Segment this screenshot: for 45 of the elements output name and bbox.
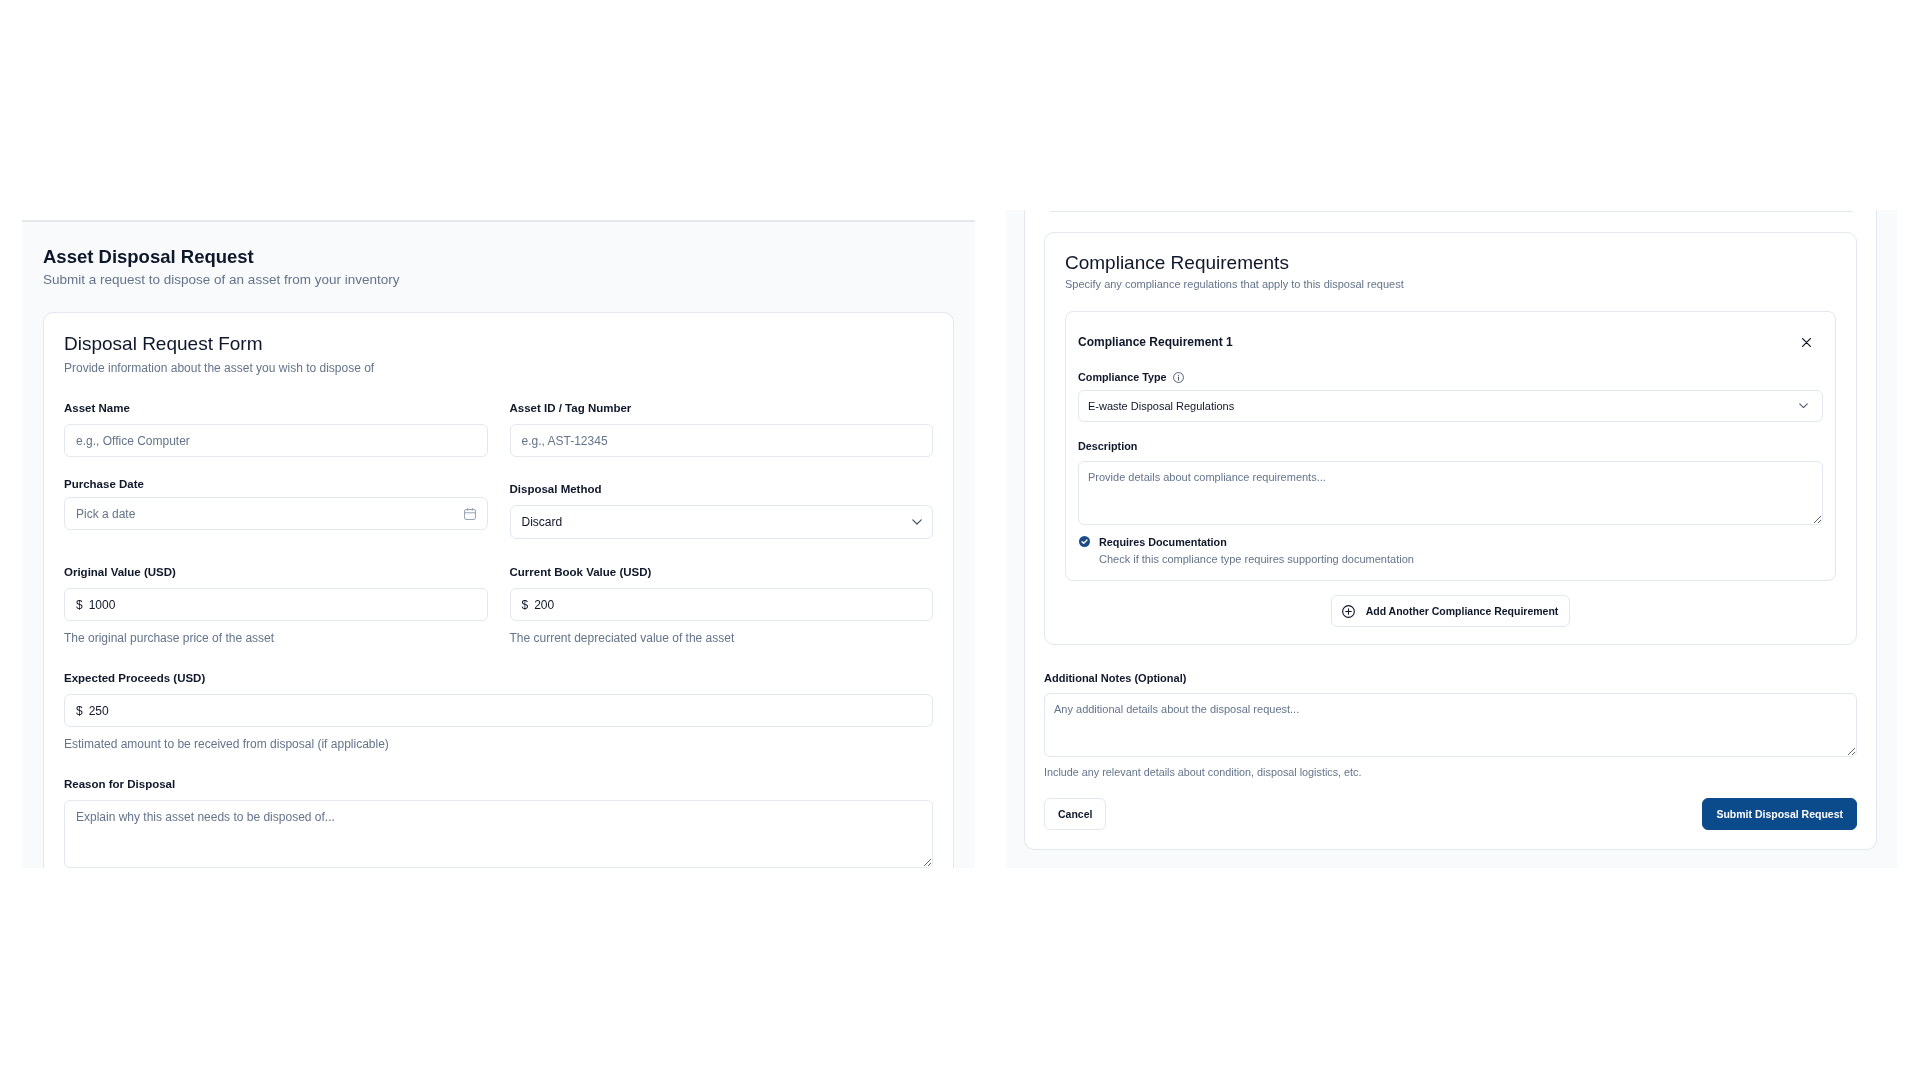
page-title: Asset Disposal Request bbox=[43, 246, 255, 268]
currency-field[interactable]: $ 250 bbox=[64, 694, 933, 727]
add-requirement-button[interactable]: Add Another Compliance Requirement bbox=[1330, 595, 1571, 627]
section-title: Compliance Requirements bbox=[1065, 251, 1289, 275]
text-input[interactable]: e.g., Office Computer bbox=[64, 424, 488, 457]
field-label: Expected Proceeds (USD) bbox=[64, 671, 206, 685]
calendar-icon bbox=[463, 507, 476, 520]
help-text: The original purchase price of the asset bbox=[64, 631, 275, 645]
checkbox[interactable] bbox=[1079, 536, 1090, 547]
field-label: Description bbox=[1078, 439, 1138, 453]
info-icon bbox=[1172, 371, 1184, 383]
select-field[interactable]: Discard bbox=[509, 505, 933, 539]
field-label: Purchase Date bbox=[64, 477, 144, 491]
field-label: Current Book Value (USD) bbox=[509, 565, 652, 579]
secondary-button[interactable]: Cancel bbox=[1044, 798, 1107, 830]
textarea-field[interactable]: Explain why this asset needs to be disposed of... bbox=[64, 800, 933, 868]
field-label: Asset ID / Tag Number bbox=[509, 401, 632, 415]
field-label: Asset Name bbox=[64, 401, 130, 415]
currency-field[interactable]: $ 200 bbox=[509, 588, 933, 621]
help-text: Include any relevant details about condition, disposal logistics, etc. bbox=[1044, 765, 1362, 779]
currency-field[interactable]: $ 1000 bbox=[64, 588, 488, 621]
section-subtitle: Specify any compliance regulations that apply to this disposal request bbox=[1065, 277, 1404, 291]
chevron-down-icon bbox=[1799, 403, 1808, 409]
date-field[interactable]: Pick a date bbox=[64, 497, 488, 530]
field-label: Disposal Method bbox=[509, 482, 602, 496]
help-text: The current depreciated value of the asset bbox=[509, 631, 735, 645]
field-label: Compliance Type bbox=[1078, 370, 1167, 384]
requirement-title: Compliance Requirement 1 bbox=[1078, 335, 1233, 349]
textarea-field[interactable]: Provide details about compliance requirements... bbox=[1078, 461, 1823, 525]
plus-circle-icon bbox=[1341, 604, 1355, 618]
help-text: Check if this compliance type requires supporting documentation bbox=[1099, 552, 1414, 566]
help-text: Estimated amount to be received from disposal (if applicable) bbox=[64, 737, 389, 751]
card-subtitle: Provide information about the asset you wish to dispose of bbox=[64, 361, 376, 375]
select-field[interactable]: E-waste Disposal Regulations bbox=[1078, 390, 1823, 422]
textarea-field[interactable]: Any additional details about the disposal request... bbox=[1044, 693, 1857, 757]
close-icon[interactable] bbox=[1802, 337, 1811, 347]
page-subtitle: Submit a request to dispose of an asset from your inventory bbox=[43, 271, 401, 289]
text-input[interactable]: e.g., AST-12345 bbox=[509, 424, 933, 457]
checkbox-label: Requires Documentation bbox=[1099, 535, 1227, 549]
primary-button[interactable]: Submit Disposal Request bbox=[1702, 798, 1857, 830]
field-label: Additional Notes (Optional) bbox=[1044, 671, 1187, 685]
field-label: Reason for Disposal bbox=[64, 777, 176, 791]
card-title: Disposal Request Form bbox=[64, 332, 264, 356]
chevron-down-icon bbox=[912, 519, 922, 525]
field-label: Original Value (USD) bbox=[64, 565, 176, 579]
